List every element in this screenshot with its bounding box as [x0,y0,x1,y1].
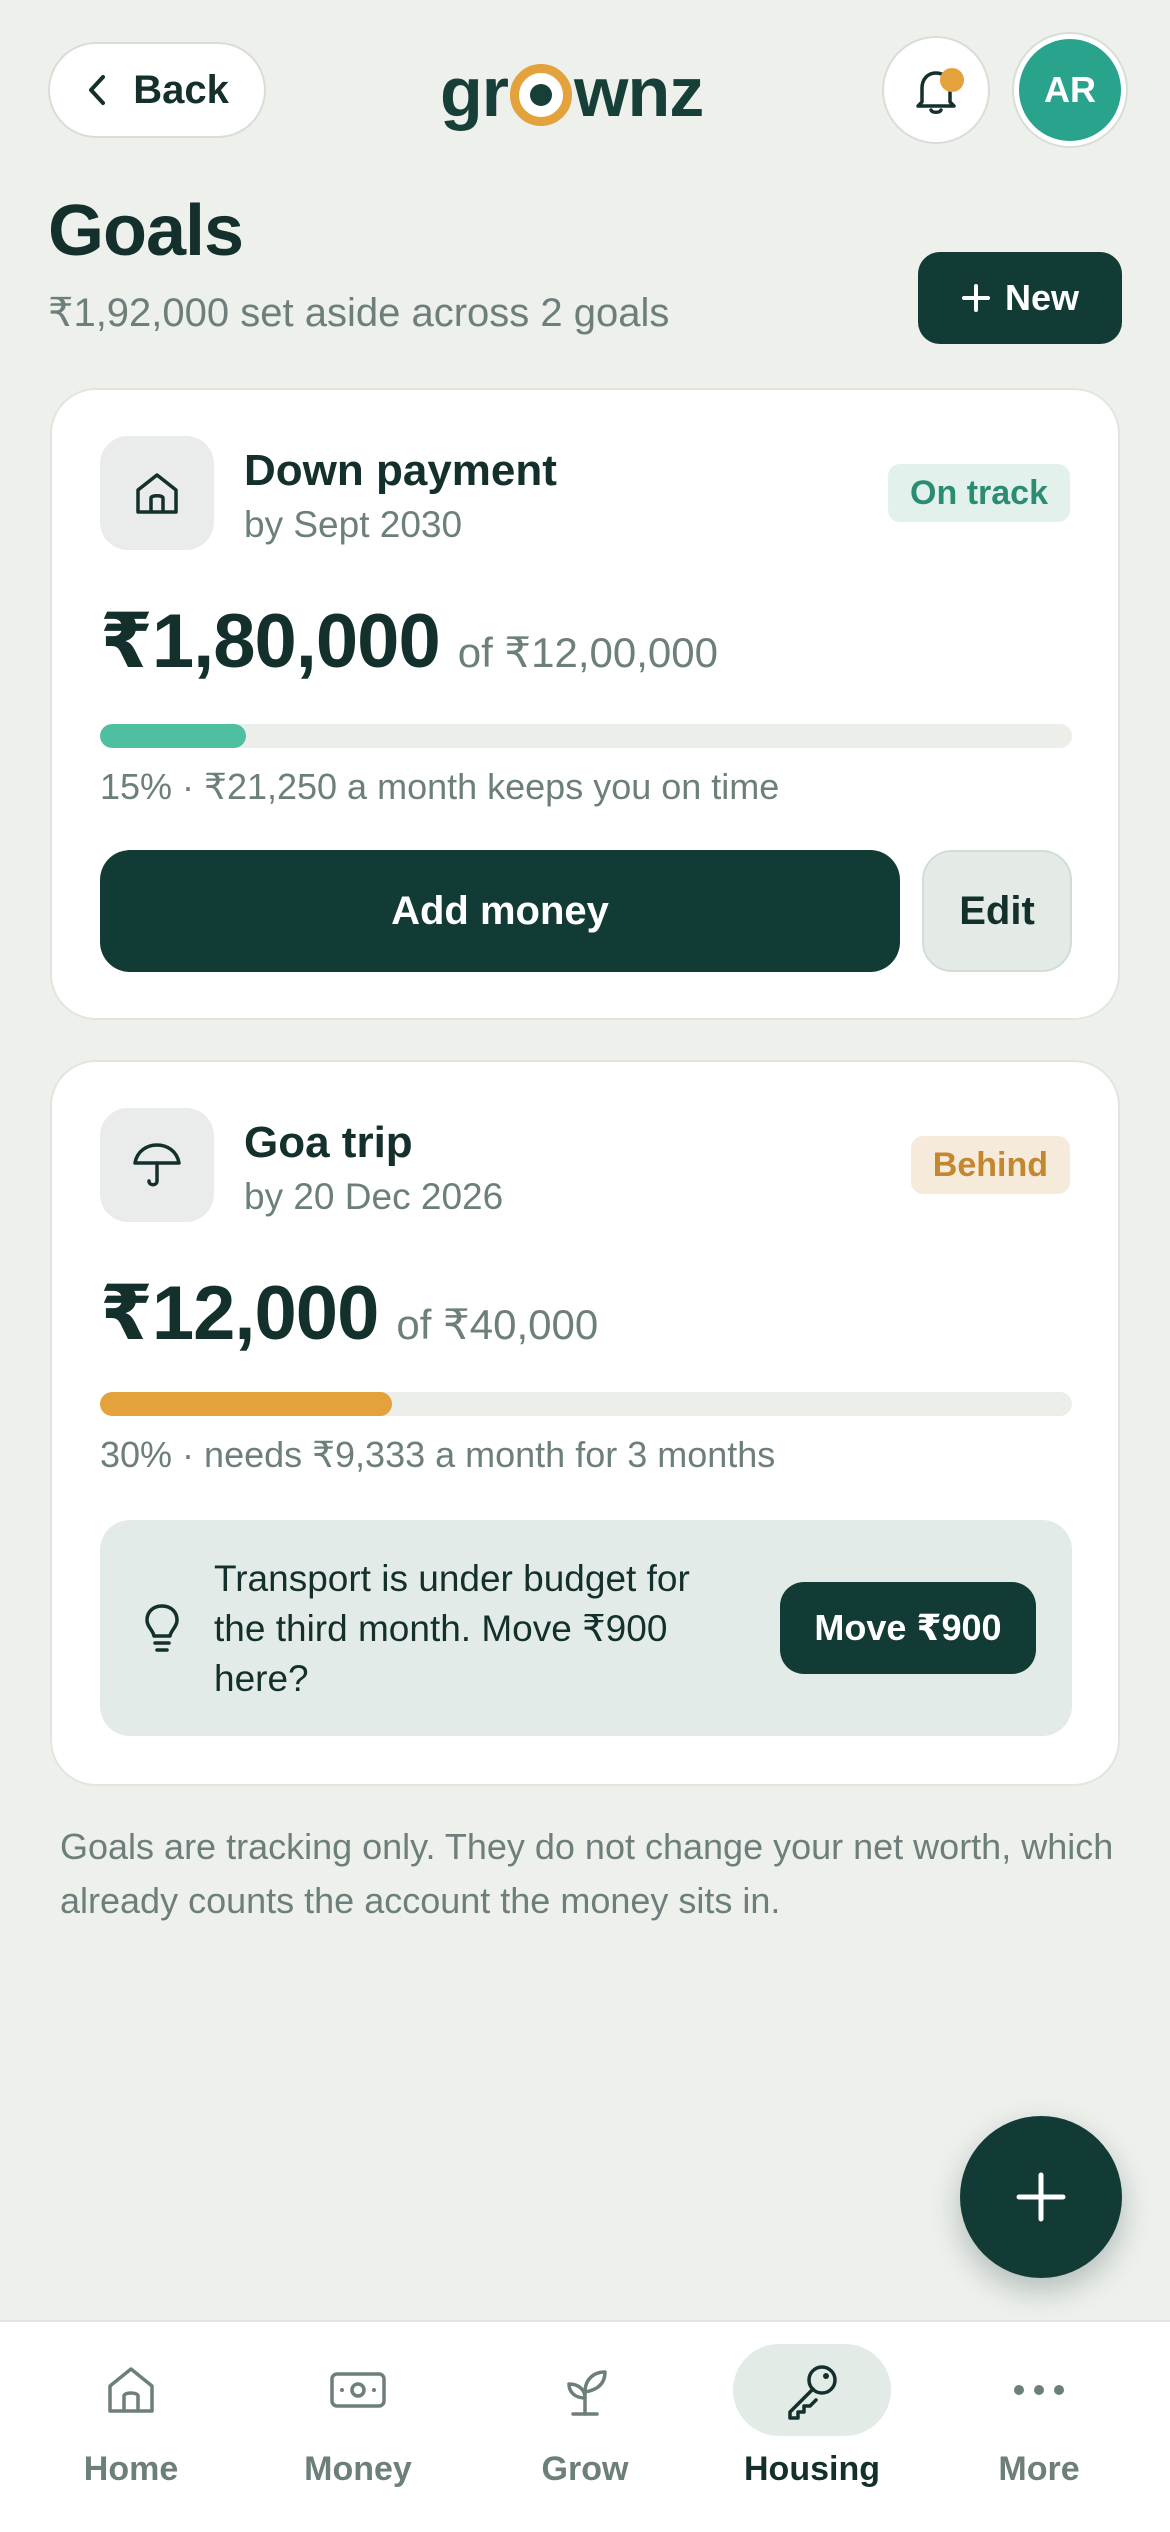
back-label: Back [133,67,229,112]
umbrella-icon [133,1143,181,1187]
suggestion-text: Transport is under budget for the third … [214,1558,690,1699]
nav-label: Housing [744,2450,880,2488]
goal-name: Down payment [244,446,557,495]
chevron-left-icon [89,75,106,105]
page-subtitle: ₹1,92,000 set aside across 2 goals [48,291,670,335]
notification-dot [940,68,964,92]
goal-progress-bar [100,1392,1072,1416]
key-icon [788,2365,837,2420]
brand-logo: gr wnz [440,53,704,131]
goal-target: of ₹12,00,000 [457,629,718,676]
goal-card-goa-trip: Goa trip by 20 Dec 2026 Behind ₹12,000 o… [50,1060,1120,1786]
move-money-button[interactable]: Move ₹900 [780,1582,1036,1674]
plus-icon [1016,2172,1066,2222]
goal-progress-bar [100,724,1072,748]
add-fab-button[interactable] [960,2116,1122,2278]
nav-label: More [998,2450,1080,2488]
goal-icon-tile [100,1108,214,1222]
suggestion-box: Transport is under budget for the third … [100,1520,1072,1736]
goal-amount: ₹12,000 [100,1271,379,1356]
goal-date: by Sept 2030 [244,504,463,545]
nav-item-housing[interactable]: Housing [695,2322,929,2532]
goal-progress-note: 30% · needs ₹9,333 a month for 3 months [100,1434,776,1475]
nav-item-money[interactable]: Money [241,2322,475,2532]
status-badge: On track [888,464,1070,522]
banknote-icon [330,2372,386,2408]
back-button[interactable]: Back [48,42,266,138]
status-badge: Behind [910,1136,1070,1194]
home-icon [108,2367,154,2413]
page-title: Goals [48,191,244,271]
goal-date: by 20 Dec 2026 [244,1176,504,1217]
lightbulb-icon [145,1604,179,1652]
plus-icon [961,284,990,312]
goals-footnote: Goals are tracking only. They do not cha… [60,1826,1114,1921]
goal-target: of ₹40,000 [396,1301,599,1348]
avatar[interactable]: AR [1014,34,1126,146]
goal-card-down-payment: Down payment by Sept 2030 On track ₹1,80… [50,388,1120,1020]
nav-label: Grow [541,2450,629,2488]
goal-name: Goa trip [244,1118,413,1167]
goal-icon-tile [100,436,214,550]
house-icon [136,473,178,514]
nav-label: Home [83,2450,179,2488]
nav-item-grow[interactable]: Grow [468,2322,702,2532]
sprout-icon [567,2370,607,2416]
nav-label: Money [304,2450,412,2488]
goal-amount: ₹1,80,000 [100,599,441,684]
notifications-button[interactable] [882,36,990,144]
more-dots-icon [1014,2385,1064,2395]
goal-progress-note: 15% · ₹21,250 a month keeps you on time [100,766,780,807]
goal-progress-fill [100,724,246,748]
logo-mark-icon [510,64,572,126]
goal-progress-fill [100,1392,392,1416]
nav-item-home[interactable]: Home [14,2322,248,2532]
nav-item-more[interactable]: More [922,2322,1156,2532]
goal-amount-row: ₹1,80,000 of ₹12,00,000 [100,596,718,685]
add-money-button[interactable]: Add money [100,850,900,972]
edit-goal-button[interactable]: Edit [922,850,1072,972]
bottom-nav: Home Money Grow Housing More [0,2320,1170,2532]
goal-amount-row: ₹12,000 of ₹40,000 [100,1268,598,1357]
new-goal-button[interactable]: New [918,252,1122,344]
